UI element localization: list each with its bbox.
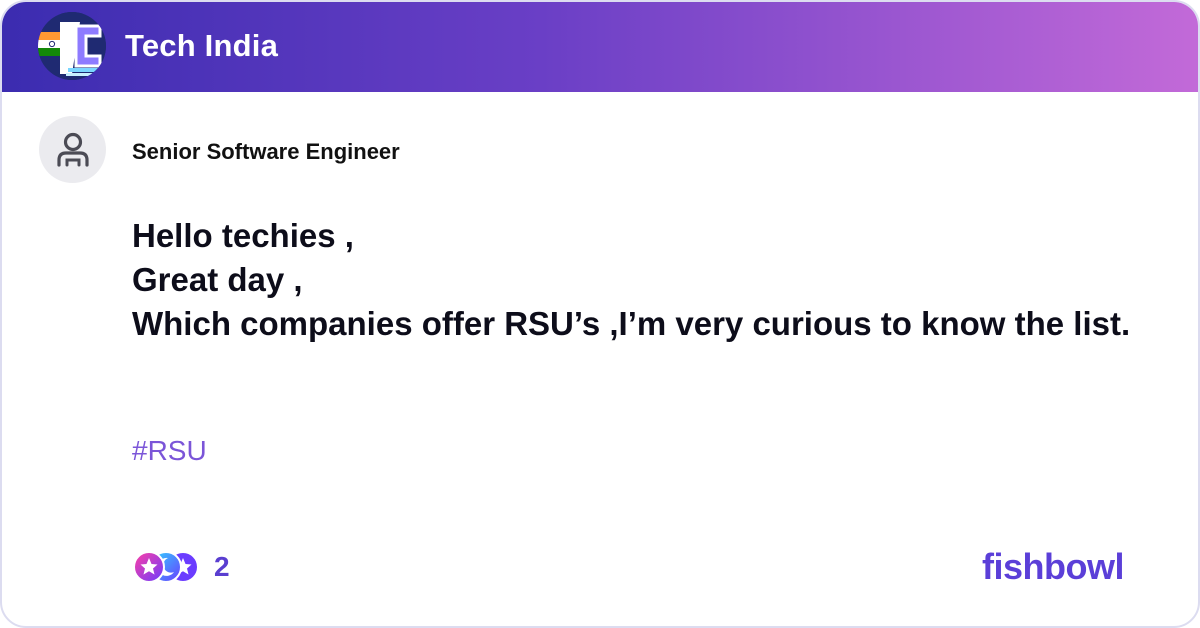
post-line: Great day , — [132, 261, 303, 298]
user-icon — [56, 132, 89, 167]
fishbowl-logo[interactable]: fishbowl — [982, 544, 1125, 590]
bowl-title[interactable]: Tech India — [125, 24, 278, 68]
reaction-icon-star — [133, 551, 165, 583]
reaction-icons — [132, 550, 200, 584]
reaction-count: 2 — [214, 551, 230, 582]
tech-india-logo-icon[interactable] — [38, 12, 106, 80]
bowl-header[interactable]: Tech India — [2, 2, 1198, 92]
hashtag-link[interactable]: #RSU — [132, 432, 207, 470]
reactions-bar[interactable]: 2 — [132, 550, 230, 584]
post-card: Tech India Senior Software Engineer Hell… — [0, 0, 1200, 628]
post-line: Which companies offer RSU’s ,I’m very cu… — [132, 305, 1131, 342]
post-body: Hello techies , Great day , Which compan… — [132, 214, 1132, 346]
post-line: Hello techies , — [132, 217, 354, 254]
user-avatar[interactable] — [39, 116, 106, 183]
author-title: Senior Software Engineer — [132, 139, 400, 164]
